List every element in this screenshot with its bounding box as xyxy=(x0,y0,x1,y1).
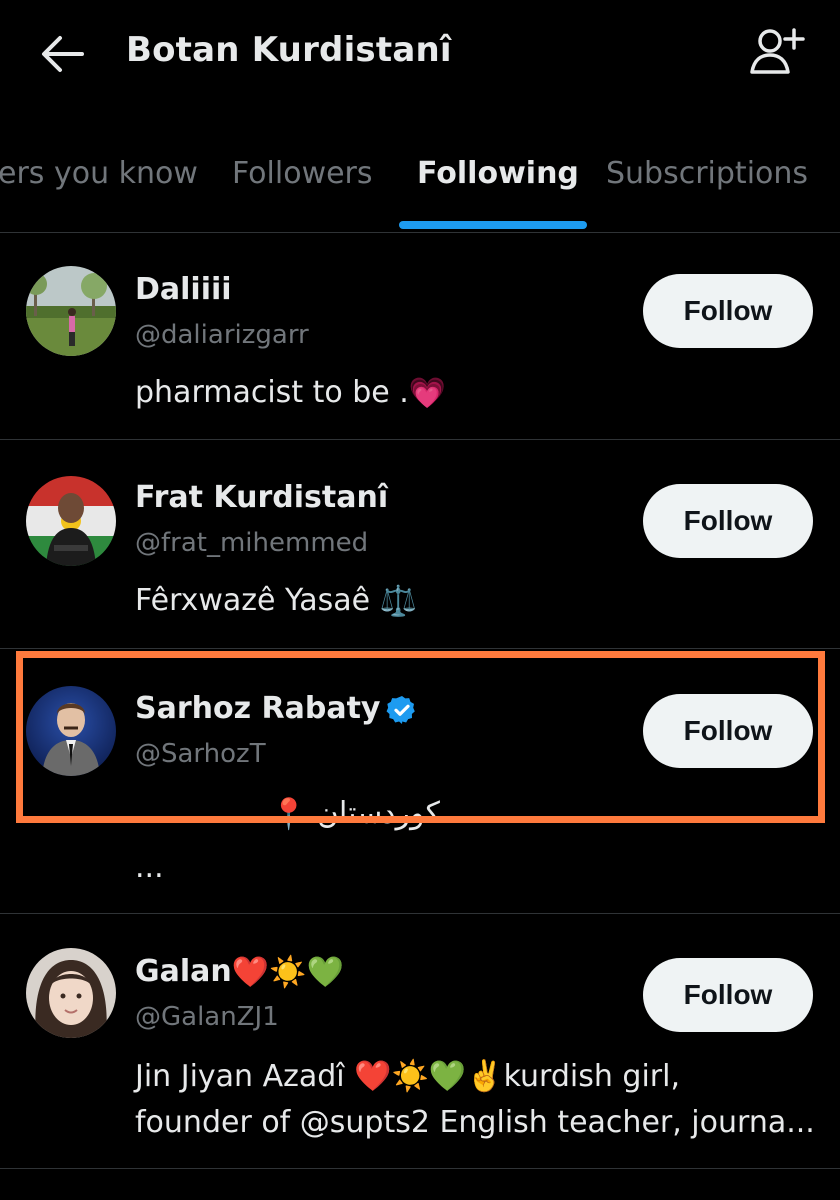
user-bio: Fêrxwazê Yasaê ⚖️ xyxy=(135,578,417,624)
bio-text: Fêrxwazê Yasaê xyxy=(135,583,371,618)
user-name: Daliiii xyxy=(135,272,232,307)
user-handle: @daliarizgarr xyxy=(135,320,309,350)
user-name: Galan❤️☀️💚 xyxy=(135,954,344,990)
follow-button[interactable]: Follow xyxy=(643,484,813,558)
verified-badge-icon xyxy=(387,695,416,724)
user-name: Sarhoz Rabaty xyxy=(135,691,418,726)
user-name-text: Galan xyxy=(135,954,232,989)
tab-followers-you-know[interactable]: ers you know xyxy=(0,156,198,191)
scales-emoji-icon: ⚖️ xyxy=(379,584,417,619)
user-row[interactable]: Daliiii @daliarizgarr pharmacist to be .… xyxy=(0,232,840,440)
top-app-bar: Botan Kurdistanî xyxy=(0,0,840,110)
round-pushpin-emoji-icon: 📍 xyxy=(270,797,308,832)
page-title: Botan Kurdistanî xyxy=(126,30,452,70)
user-bio: 📍 کوردستان xyxy=(270,791,440,837)
user-handle: @GalanZJ1 xyxy=(135,1002,279,1032)
user-row[interactable]: Frat Kurdistanî @frat_mihemmed Fêrxwazê … xyxy=(0,440,840,649)
add-user-button[interactable] xyxy=(748,26,808,78)
user-bio: pharmacist to be .💗 xyxy=(135,370,446,416)
bio-text: کوردستان xyxy=(316,796,440,831)
arrow-left-icon xyxy=(42,36,84,72)
follow-button[interactable]: Follow xyxy=(643,274,813,348)
avatar[interactable] xyxy=(26,948,116,1038)
active-tab-indicator xyxy=(399,221,587,229)
tab-bar: ers you know Followers Following Subscri… xyxy=(0,140,840,233)
tab-following[interactable]: Following xyxy=(417,156,579,191)
heart-emoji-icon: 💗 xyxy=(408,376,447,411)
avatar[interactable] xyxy=(26,266,116,356)
avatar[interactable] xyxy=(26,476,116,566)
user-row[interactable]: Sarhoz Rabaty @SarhozT 📍 کوردستان ... Fo… xyxy=(0,649,840,914)
follow-button[interactable]: Follow xyxy=(643,958,813,1032)
tab-subscriptions[interactable]: Subscriptions xyxy=(606,156,808,191)
user-name-text: Sarhoz Rabaty xyxy=(135,691,381,726)
heart-sun-green-heart-emoji-icon: ❤️☀️💚 xyxy=(231,955,344,990)
user-handle: @SarhozT xyxy=(135,739,266,769)
add-user-icon xyxy=(750,28,805,74)
bio-text: pharmacist to be . xyxy=(135,375,409,410)
tab-followers[interactable]: Followers xyxy=(232,156,373,191)
user-handle: @frat_mihemmed xyxy=(135,528,369,558)
back-button[interactable] xyxy=(38,32,88,76)
follow-button[interactable]: Follow xyxy=(643,694,813,768)
user-bio-line-1: Jin Jiyan Azadî ❤️☀️💚✌️kurdish girl, xyxy=(135,1059,680,1094)
user-bio-line-2: founder of @supts2 English teacher, jour… xyxy=(135,1105,815,1140)
avatar[interactable] xyxy=(26,686,116,776)
user-row[interactable]: Galan❤️☀️💚 @GalanZJ1 Jin Jiyan Azadî ❤️☀… xyxy=(0,914,840,1169)
user-name: Frat Kurdistanî xyxy=(135,480,389,515)
bio-more: ... xyxy=(135,850,164,885)
